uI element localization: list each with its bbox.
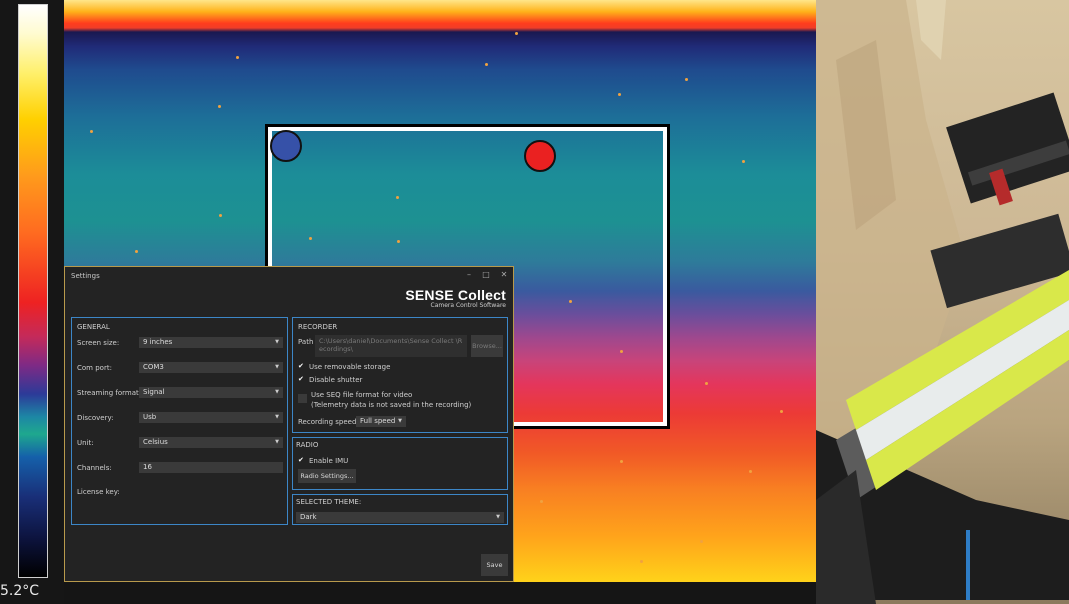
- discovery-select[interactable]: Usb ▼: [139, 412, 283, 423]
- thermal-noise-speck: [396, 196, 399, 199]
- thermal-noise-speck: [742, 160, 745, 163]
- com-port-select[interactable]: COM3 ▼: [139, 362, 283, 373]
- thermal-noise-speck: [485, 63, 488, 66]
- discovery-label: Discovery:: [77, 414, 114, 422]
- thermal-view-footer: [64, 582, 816, 604]
- enable-imu-label: Enable IMU: [309, 457, 349, 465]
- channels-input[interactable]: 16: [139, 462, 283, 473]
- discovery-value: Usb: [143, 413, 157, 421]
- seq-format-note: (Telemetry data is not saved in the reco…: [311, 401, 472, 409]
- license-key-label: License key:: [77, 488, 120, 496]
- chevron-down-icon: ▼: [496, 514, 500, 520]
- seq-format-checkbox[interactable]: [298, 394, 307, 403]
- thermal-noise-speck: [749, 470, 752, 473]
- theme-header: SELECTED THEME:: [296, 498, 362, 506]
- screen-size-select[interactable]: 9 inches ▼: [139, 337, 283, 348]
- recorder-header: RECORDER: [298, 323, 338, 331]
- thermal-noise-speck: [569, 300, 572, 303]
- thermal-noise-speck: [236, 56, 239, 59]
- brand-name: SENSE Collect: [405, 287, 506, 303]
- theme-group: SELECTED THEME: Dark ▼: [292, 494, 508, 525]
- thermal-noise-speck: [685, 78, 688, 81]
- use-removable-storage-checkbox[interactable]: ✔: [298, 363, 305, 370]
- general-header: GENERAL: [77, 323, 110, 331]
- streaming-format-label: Streaming format:: [77, 389, 142, 397]
- chevron-down-icon: ▼: [275, 364, 279, 370]
- settings-dialog: Settings – □ ✕ SENSE Collect Camera Cont…: [64, 266, 514, 582]
- use-removable-storage-label: Use removable storage: [309, 363, 391, 371]
- streaming-format-value: Signal: [143, 388, 165, 396]
- path-input[interactable]: C:\Users\daniel\Documents\Sense Collect …: [315, 335, 467, 357]
- brand-subtitle: Camera Control Software: [430, 302, 507, 309]
- temperature-label: 5.2°C: [0, 583, 40, 599]
- thermal-noise-speck: [620, 460, 623, 463]
- screen-size-label: Screen size:: [77, 339, 120, 347]
- thermal-noise-speck: [618, 93, 621, 96]
- radio-header: RADIO: [296, 441, 319, 449]
- thermal-noise-speck: [515, 32, 518, 35]
- path-label: Path: [298, 338, 314, 346]
- channels-value: 16: [143, 463, 152, 471]
- cold-spot-marker[interactable]: [270, 130, 302, 162]
- chevron-down-icon: ▼: [275, 414, 279, 420]
- thermal-noise-speck: [640, 560, 643, 563]
- drone-photo: [816, 0, 1069, 604]
- enable-imu-checkbox[interactable]: ✔: [298, 457, 305, 464]
- thermal-noise-speck: [700, 540, 703, 543]
- disable-shutter-label: Disable shutter: [309, 376, 363, 384]
- thermal-noise-speck: [397, 240, 400, 243]
- minimize-button[interactable]: –: [462, 270, 476, 279]
- recording-speed-select[interactable]: Full speed ▼: [356, 416, 406, 427]
- thermal-noise-speck: [705, 382, 708, 385]
- chevron-down-icon: ▼: [275, 439, 279, 445]
- chevron-down-icon: ▼: [398, 418, 402, 424]
- thermal-noise-speck: [218, 105, 221, 108]
- thermal-noise-speck: [309, 237, 312, 240]
- save-button[interactable]: Save: [481, 554, 508, 576]
- chevron-down-icon: ▼: [275, 389, 279, 395]
- maximize-button[interactable]: □: [479, 270, 493, 279]
- thermal-noise-speck: [219, 214, 222, 217]
- recording-speed-value: Full speed: [360, 417, 396, 425]
- thermal-noise-speck: [780, 410, 783, 413]
- browse-button[interactable]: Browse...: [471, 335, 503, 357]
- thermal-noise-speck: [135, 250, 138, 253]
- unit-select[interactable]: Celsius ▼: [139, 437, 283, 448]
- disable-shutter-checkbox[interactable]: ✔: [298, 376, 305, 383]
- recorder-group: RECORDER Path C:\Users\daniel\Documents\…: [292, 317, 508, 433]
- screen-size-value: 9 inches: [143, 338, 173, 346]
- hot-spot-marker[interactable]: [524, 140, 556, 172]
- thermal-noise-speck: [620, 350, 623, 353]
- chevron-down-icon: ▼: [275, 339, 279, 345]
- dialog-title: Settings: [71, 272, 100, 280]
- channels-label: Channels:: [77, 464, 112, 472]
- com-port-value: COM3: [143, 363, 164, 371]
- unit-value: Celsius: [143, 438, 168, 446]
- close-button[interactable]: ✕: [497, 270, 511, 279]
- com-port-label: Com port:: [77, 364, 112, 372]
- thermal-noise-speck: [540, 500, 543, 503]
- thermal-noise-speck: [90, 130, 93, 133]
- brand-block: SENSE Collect Camera Control Software: [405, 287, 506, 309]
- color-palette-bar: [18, 4, 48, 578]
- streaming-format-select[interactable]: Signal ▼: [139, 387, 283, 398]
- recording-speed-label: Recording speed: [298, 418, 357, 426]
- firefighter-drone-illustration: [816, 0, 1069, 604]
- general-group: GENERAL Screen size: 9 inches ▼ Com port…: [71, 317, 288, 525]
- radio-settings-button[interactable]: Radio Settings...: [298, 469, 356, 483]
- theme-value: Dark: [300, 513, 317, 521]
- radio-group: RADIO ✔ Enable IMU Radio Settings...: [292, 437, 508, 490]
- seq-format-label: Use SEQ file format for video: [311, 391, 413, 399]
- unit-label: Unit:: [77, 439, 94, 447]
- theme-select[interactable]: Dark ▼: [296, 512, 504, 523]
